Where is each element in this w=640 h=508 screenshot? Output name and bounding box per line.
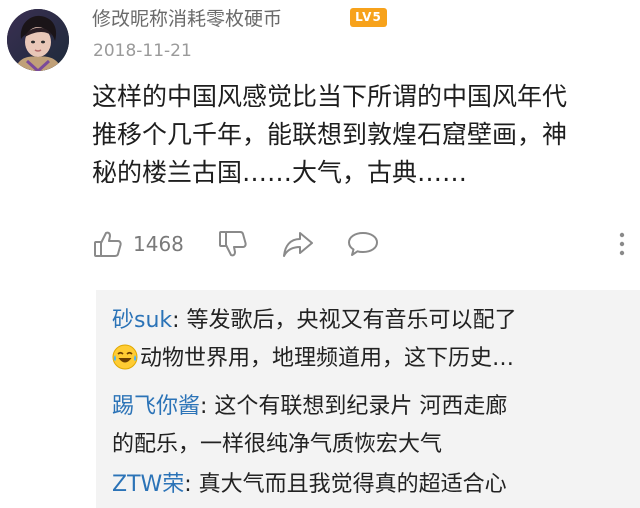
thumbs-down-icon (219, 231, 247, 257)
reply-text: : 这个有联想到纪录片 河西走廊 (200, 394, 508, 419)
reply-continuation: 的配乐，一样很纯净气质恢宏大气 (112, 428, 442, 462)
level-badge: LV5 (350, 8, 387, 27)
reply-text: : 真大气而且我觉得真的超适合心 (184, 472, 507, 497)
comment-username[interactable]: 修改昵称消耗零枚硬币 (92, 4, 282, 34)
reply-text: 的配乐，一样很纯净气质恢宏大气 (112, 432, 443, 457)
like-button[interactable]: 1468 (93, 222, 184, 266)
comment-line: 秘的楼兰古国……大气，古典…… (92, 158, 468, 187)
reply-text: 动物世界用，地理频道用，这下历史… (140, 346, 515, 371)
share-icon (283, 232, 313, 257)
comment-line: 这样的中国风感觉比当下所谓的中国风年代 (92, 82, 568, 111)
reply-preview-box[interactable]: 砂suk: 等发歌后，央视又有音乐可以配了 动物世界用，地理频道用，这下历史… … (96, 290, 640, 508)
reply-item[interactable]: 砂suk: 等发歌后，央视又有音乐可以配了 (112, 304, 517, 338)
comment-reply-button[interactable] (347, 222, 379, 266)
dislike-button[interactable] (218, 222, 248, 266)
reply-item[interactable]: 踢飞你酱: 这个有联想到纪录片 河西走廊 (112, 390, 507, 424)
reply-continuation: 动物世界用，地理频道用，这下历史… (112, 342, 514, 376)
reply-author[interactable]: ZTW荣 (112, 472, 184, 497)
thumbs-up-icon (94, 231, 122, 257)
reply-author[interactable]: 踢飞你酱 (112, 394, 200, 419)
comment-actions: 1468 (0, 222, 640, 266)
more-icon[interactable] (618, 232, 626, 256)
reply-item[interactable]: ZTW荣: 真大气而且我觉得真的超适合心 (112, 468, 507, 502)
like-count: 1468 (133, 232, 184, 256)
comment-body: 这样的中国风感觉比当下所谓的中国风年代 推移个几千年，能联想到敦煌石窟壁画，神 … (92, 78, 640, 192)
laughing-tears-emoji (112, 344, 138, 370)
comment-date: 2018-11-21 (93, 41, 192, 61)
user-avatar[interactable] (7, 9, 69, 71)
comment-line: 推移个几千年，能联想到敦煌石窟壁画，神 (92, 120, 568, 149)
comment-icon (348, 232, 378, 256)
reply-author[interactable]: 砂suk (112, 308, 172, 333)
reply-text: : 等发歌后，央视又有音乐可以配了 (172, 308, 517, 333)
share-button[interactable] (282, 222, 314, 266)
